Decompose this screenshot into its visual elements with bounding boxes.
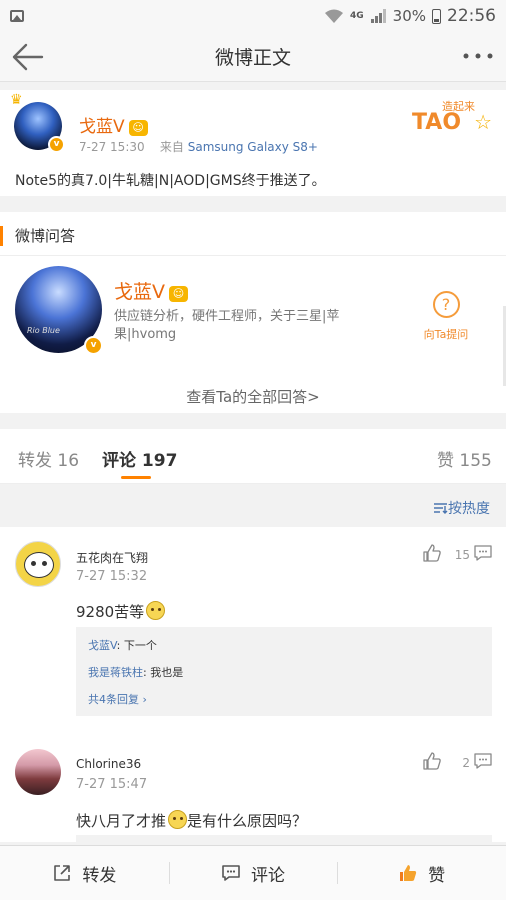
- back-arrow-icon[interactable]: [10, 41, 44, 73]
- qa-name[interactable]: 戈蓝V ☺: [114, 277, 188, 304]
- commenter-name[interactable]: 五花肉在飞翔: [76, 549, 148, 566]
- page-title: 微博正文: [214, 47, 291, 69]
- qa-accent-bar: [0, 226, 3, 246]
- view-all-answers-link[interactable]: 查看Ta的全部回答>: [0, 386, 506, 407]
- battery-icon: [432, 8, 441, 24]
- like-label: 赞: [428, 865, 446, 886]
- tab-repost-label: 转发: [18, 451, 52, 471]
- tab-comment-label: 评论: [102, 451, 136, 471]
- author-avatar[interactable]: ♛ v: [10, 93, 65, 153]
- ask-question-button[interactable]: ? 向Ta提问: [420, 291, 472, 342]
- tao-badge[interactable]: 造起来 TAO ☆: [412, 98, 492, 136]
- thumbs-up-icon[interactable]: [422, 543, 442, 563]
- vip-icon: ☺: [128, 120, 148, 136]
- qa-verified-badge-icon: v: [84, 336, 103, 355]
- active-tab-indicator: [121, 476, 151, 479]
- thumbs-up-filled-icon: [400, 865, 417, 881]
- source-device[interactable]: Samsung Galaxy S8+: [188, 140, 318, 154]
- sort-row: 按热度: [0, 484, 506, 525]
- more-replies-link[interactable]: 共4条回复 ›: [88, 691, 480, 707]
- clock: 22:56: [447, 6, 496, 26]
- tab-repost-count: 16: [57, 451, 80, 471]
- comment-label: 评论: [251, 865, 285, 886]
- comment-button[interactable]: 评论: [168, 846, 338, 900]
- sub-reply: 我是蒋铁柱: 我也是: [88, 664, 480, 680]
- question-icon: ?: [432, 291, 460, 318]
- bottom-action-bar: 转发 评论 赞: [0, 845, 506, 900]
- comment-item: Chlorine36 7-27 15:47 2 快八月了才推 是有什么原因吗？: [0, 735, 506, 842]
- star-icon: ☆: [474, 110, 492, 134]
- tab-comment-count: 197: [141, 451, 178, 471]
- verified-badge-icon: v: [48, 136, 65, 153]
- repost-label: 转发: [82, 865, 117, 886]
- qa-title: 微博问答: [15, 227, 76, 245]
- comment-text-before: 快八月了才推: [76, 812, 167, 830]
- battery-percent: 30%: [392, 7, 426, 25]
- sub-reply-user[interactable]: 戈蓝V: [88, 639, 117, 652]
- laughing-emoji-icon: [168, 810, 188, 829]
- weibo-post: ♛ v 戈蓝V ☺ 7-27 15:30 来自 Samsung Galaxy S8…: [0, 90, 506, 196]
- sub-replies-preview: [76, 835, 492, 842]
- post-meta: 7-27 15:30 来自 Samsung Galaxy S8+: [79, 138, 318, 155]
- qa-description: 供应链分析，硬件工程师，关于三星|苹果|hvomg: [114, 309, 340, 342]
- author-name[interactable]: 戈蓝V ☺: [79, 112, 148, 137]
- comment-time: 7-27 15:47: [76, 777, 148, 792]
- wifi-icon: [324, 9, 344, 24]
- signal-icon: [370, 9, 387, 23]
- weibo-qa-card: 微博问答 Rio Blue v 戈蓝V ☺ 供应链分析，硬件工程师，关于三星|苹果…: [0, 212, 506, 413]
- comment-text-content: 9280苦等: [76, 603, 145, 621]
- comment-text-after: 是有什么原因吗？: [187, 812, 308, 830]
- sub-reply-text: : 下一个: [116, 639, 157, 652]
- reply-icon[interactable]: [473, 752, 493, 770]
- sub-reply: 戈蓝V: 下一个: [88, 637, 480, 653]
- ask-label: 向Ta提问: [423, 328, 469, 341]
- author-name-text: 戈蓝V: [79, 117, 125, 137]
- network-type: 4G: [350, 11, 364, 21]
- sort-label: 按热度: [448, 501, 490, 517]
- cartoon-face-icon: [24, 552, 54, 578]
- top-nav: 微博正文: [0, 32, 506, 82]
- post-text: Note5的真7.0|牛轧糖|N|AOD|GMS终于推送了。: [15, 173, 326, 189]
- tab-repost[interactable]: 转发 16: [18, 446, 79, 471]
- commenter-avatar[interactable]: [15, 541, 61, 587]
- comment-text: 9280苦等: [76, 601, 166, 622]
- tab-like-count: 155: [459, 451, 492, 471]
- sub-replies[interactable]: 戈蓝V: 下一个 我是蒋铁柱: 我也是 共4条回复 ›: [76, 627, 492, 716]
- sub-reply-user[interactable]: 我是蒋铁柱: [88, 666, 143, 679]
- thumbs-up-icon[interactable]: [422, 751, 442, 771]
- commenter-avatar[interactable]: [15, 749, 61, 795]
- crown-icon: ♛: [10, 92, 23, 108]
- tao-badge-text: TAO: [412, 110, 462, 135]
- qa-name-text: 戈蓝V: [114, 281, 165, 303]
- reply-icon[interactable]: [473, 544, 493, 562]
- sub-reply-text: : 我也是: [143, 666, 184, 679]
- qa-vip-icon: ☺: [169, 286, 188, 302]
- like-count: 15: [454, 548, 470, 562]
- like-count: 2: [462, 756, 470, 770]
- comment-item: 五花肉在飞翔 7-27 15:32 15 9280苦等 戈蓝V: 下一个 我是蒋…: [0, 527, 506, 735]
- repost-button[interactable]: 转发: [0, 846, 169, 900]
- comment-icon: [222, 865, 240, 881]
- qa-header: 微博问答: [0, 212, 506, 256]
- tab-like[interactable]: 赞 155: [437, 446, 492, 471]
- gallery-notification-icon: [10, 10, 24, 22]
- like-button[interactable]: 赞: [337, 846, 506, 900]
- emoji-icon: [146, 601, 166, 620]
- avatar-caption: Rio Blue: [27, 326, 60, 335]
- interaction-tabs: 转发 16 评论 197 赞 155: [0, 429, 506, 484]
- repost-icon: [54, 865, 71, 881]
- commenter-name[interactable]: Chlorine36: [76, 757, 141, 771]
- status-bar: 4G 30% 22:56: [0, 0, 506, 32]
- sort-icon: [434, 503, 448, 514]
- more-options-icon[interactable]: [462, 48, 494, 64]
- post-time: 7-27 15:30: [79, 140, 145, 154]
- comment-text: 快八月了才推 是有什么原因吗？: [76, 810, 307, 831]
- sort-by-hot-button[interactable]: 按热度: [433, 498, 490, 518]
- tab-comment[interactable]: 评论 197: [102, 446, 177, 471]
- comment-time: 7-27 15:32: [76, 569, 148, 584]
- tab-like-label: 赞: [437, 451, 454, 471]
- source-prefix: 来自: [159, 140, 184, 154]
